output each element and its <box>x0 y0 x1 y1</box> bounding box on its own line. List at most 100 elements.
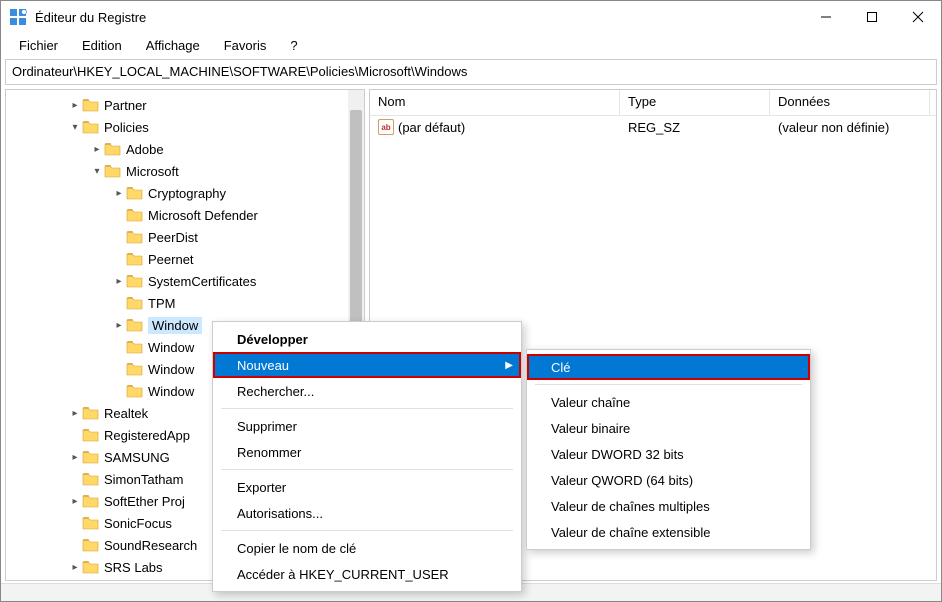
tree-item[interactable]: PeerDist <box>6 226 364 248</box>
menu-favorites[interactable]: Favoris <box>214 36 277 55</box>
tree-item[interactable]: Microsoft Defender <box>6 204 364 226</box>
chevron-icon[interactable]: ▸ <box>68 562 82 573</box>
title-bar: Éditeur du Registre <box>1 1 941 33</box>
folder-icon <box>82 470 100 488</box>
tree-item[interactable]: TPM <box>6 292 364 314</box>
tree-label: Microsoft Defender <box>148 208 264 223</box>
tree-label: SoundResearch <box>104 538 203 553</box>
menu-item-label: Renommer <box>237 445 301 460</box>
context-menu-item[interactable]: Exporter <box>213 474 521 500</box>
context-menu-item[interactable]: Copier le nom de clé <box>213 535 521 561</box>
menu-item-label: Valeur binaire <box>551 421 630 436</box>
menu-help[interactable]: ? <box>280 36 307 55</box>
menu-edit[interactable]: Edition <box>72 36 132 55</box>
menu-item-label: Rechercher... <box>237 384 314 399</box>
folder-icon <box>126 338 144 356</box>
column-header[interactable]: Type <box>620 90 770 115</box>
tree-label: Window <box>148 317 202 334</box>
context-menu-item[interactable]: Valeur QWORD (64 bits) <box>527 467 810 493</box>
folder-icon <box>104 162 122 180</box>
tree-label: RegisteredApp <box>104 428 196 443</box>
tree-label: Policies <box>104 120 155 135</box>
menu-item-label: Exporter <box>237 480 286 495</box>
menu-file[interactable]: Fichier <box>9 36 68 55</box>
menu-item-label: Valeur de chaîne extensible <box>551 525 710 540</box>
folder-icon <box>126 382 144 400</box>
context-menu-item[interactable]: Autorisations... <box>213 500 521 526</box>
string-value-icon: ab <box>378 119 394 135</box>
tree-item[interactable]: ▸SystemCertificates <box>6 270 364 292</box>
window-controls <box>803 1 941 33</box>
menu-item-label: Développer <box>237 332 308 347</box>
context-menu-item[interactable]: Rechercher... <box>213 378 521 404</box>
folder-icon <box>104 140 122 158</box>
tree-label: Window <box>148 384 200 399</box>
value-type: REG_SZ <box>620 118 770 137</box>
context-menu-item[interactable]: Nouveau▶ <box>213 352 521 378</box>
minimize-button[interactable] <box>803 1 849 33</box>
tree-item[interactable]: ▾Microsoft <box>6 160 364 182</box>
menu-item-label: Nouveau <box>237 358 289 373</box>
folder-icon <box>126 360 144 378</box>
folder-icon <box>126 228 144 246</box>
list-row[interactable]: ab(par défaut)REG_SZ(valeur non définie) <box>370 116 936 138</box>
folder-icon <box>126 316 144 334</box>
tree-item[interactable]: ▾ Policies <box>6 116 364 138</box>
tree-label: Realtek <box>104 406 154 421</box>
tree-label: Cryptography <box>148 186 232 201</box>
tree-label: SoftEther Proj <box>104 494 191 509</box>
folder-icon <box>126 250 144 268</box>
list-body: ab(par défaut)REG_SZ(valeur non définie) <box>370 116 936 138</box>
context-menu-item[interactable]: Valeur chaîne <box>527 389 810 415</box>
tree-item[interactable]: ▸ Cryptography <box>6 182 364 204</box>
tree-label: Window <box>148 362 200 377</box>
context-menu-item[interactable]: Valeur de chaînes multiples <box>527 493 810 519</box>
chevron-icon[interactable]: ▸ <box>68 452 82 463</box>
address-bar[interactable]: Ordinateur\HKEY_LOCAL_MACHINE\SOFTWARE\P… <box>5 59 937 85</box>
tree-item[interactable]: ▸Adobe <box>6 138 364 160</box>
menu-view[interactable]: Affichage <box>136 36 210 55</box>
chevron-icon[interactable]: ▸ <box>68 408 82 419</box>
folder-icon <box>126 272 144 290</box>
tree-label: SRS Labs <box>104 560 169 575</box>
menu-item-label: Autorisations... <box>237 506 323 521</box>
folder-icon <box>82 448 100 466</box>
context-menu-item[interactable]: Renommer <box>213 439 521 465</box>
context-menu-item[interactable]: Accéder à HKEY_CURRENT_USER <box>213 561 521 587</box>
close-button[interactable] <box>895 1 941 33</box>
chevron-icon[interactable]: ▸ <box>112 320 126 331</box>
maximize-button[interactable] <box>849 1 895 33</box>
regedit-icon <box>9 8 27 26</box>
tree-label: PeerDist <box>148 230 204 245</box>
chevron-icon[interactable]: ▸ <box>112 276 126 287</box>
menu-item-label: Valeur DWORD 32 bits <box>551 447 684 462</box>
context-menu-main: Développer Nouveau▶ Rechercher... Supprimer… <box>212 321 522 592</box>
chevron-icon[interactable]: ▸ <box>68 100 82 111</box>
tree-item[interactable]: Peernet <box>6 248 364 270</box>
folder-icon <box>126 294 144 312</box>
folder-icon <box>82 96 100 114</box>
column-header[interactable]: Données <box>770 90 930 115</box>
context-menu-item[interactable]: Valeur DWORD 32 bits <box>527 441 810 467</box>
column-header[interactable]: Nom <box>370 90 620 115</box>
tree-label: SimonTatham <box>104 472 189 487</box>
tree-item[interactable]: ▸Partner <box>6 94 364 116</box>
folder-icon <box>82 118 100 136</box>
chevron-icon[interactable]: ▸ <box>68 496 82 507</box>
folder-icon <box>82 514 100 532</box>
context-menu-item[interactable]: Valeur de chaîne extensible <box>527 519 810 545</box>
tree-label: TPM <box>148 296 181 311</box>
menu-item-label: Accéder à HKEY_CURRENT_USER <box>237 567 449 582</box>
context-menu-item[interactable]: Clé <box>527 354 810 380</box>
menu-separator <box>221 530 513 531</box>
context-menu-item[interactable]: Valeur binaire <box>527 415 810 441</box>
chevron-icon[interactable]: ▸ <box>90 144 104 155</box>
context-menu-item[interactable]: Supprimer <box>213 413 521 439</box>
chevron-icon[interactable]: ▸ <box>112 188 126 199</box>
folder-icon <box>82 536 100 554</box>
chevron-icon[interactable]: ▾ <box>90 166 104 177</box>
folder-icon <box>82 404 100 422</box>
chevron-icon[interactable]: ▾ <box>68 122 82 133</box>
context-menu-item[interactable]: Développer <box>213 326 521 352</box>
list-header: NomTypeDonnées <box>370 90 936 116</box>
